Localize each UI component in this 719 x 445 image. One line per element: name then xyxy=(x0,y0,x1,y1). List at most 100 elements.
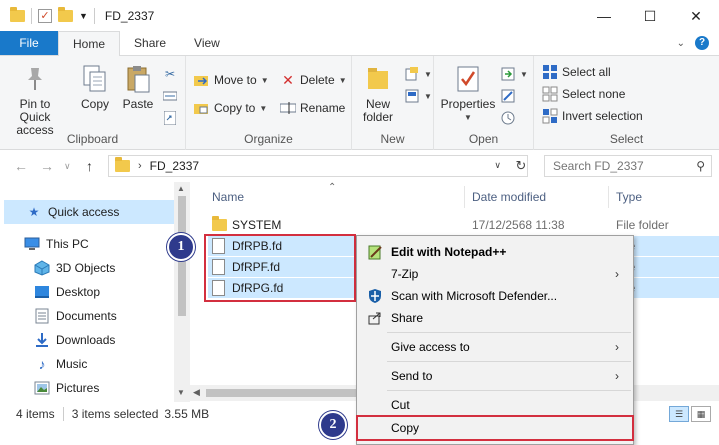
back-arrow-icon[interactable]: ← xyxy=(14,158,28,174)
copy-label: Copy xyxy=(80,97,109,111)
select-all-button[interactable]: Select all xyxy=(542,62,611,82)
select-none-icon xyxy=(542,86,558,102)
context-menu: Edit with Notepad++ 7-Zip › Scan with Mi… xyxy=(356,235,634,445)
scroll-down-icon[interactable]: ▼ xyxy=(177,388,185,397)
menu-item-send-to[interactable]: Send to › xyxy=(359,365,631,387)
scroll-left-icon[interactable]: ◀ xyxy=(193,387,200,398)
open-button[interactable]: ▼ xyxy=(500,64,528,84)
dropdown-caret-icon: ▼ xyxy=(464,113,472,122)
properties-check-icon[interactable]: ✓ xyxy=(38,9,52,23)
maximize-button[interactable]: ☐ xyxy=(627,0,673,32)
paste-icon xyxy=(123,62,153,96)
address-path[interactable]: FD_2337 xyxy=(150,159,199,173)
submenu-arrow-icon: › xyxy=(615,267,619,281)
large-icons-view-icon[interactable]: ▦ xyxy=(691,406,711,422)
music-icon: ♪ xyxy=(38,356,46,372)
rename-button[interactable]: Rename xyxy=(280,98,345,118)
column-header-type[interactable]: Type xyxy=(616,190,642,204)
nav-scrollbar[interactable]: ▲ ▼ xyxy=(174,182,190,402)
new-item-button[interactable]: ▼ xyxy=(404,64,432,84)
move-to-label: Move to xyxy=(214,73,257,87)
nav-item-pictures[interactable]: Pictures xyxy=(34,376,99,400)
nav-item-this-pc[interactable]: This PC xyxy=(24,232,89,256)
organize-group-label: Organize xyxy=(244,132,293,146)
tab-file[interactable]: File xyxy=(0,31,58,55)
dropdown-caret-icon: ▼ xyxy=(424,91,432,101)
minimize-button[interactable]: — xyxy=(581,0,627,32)
nav-item-3d-objects[interactable]: 3D Objects xyxy=(34,256,115,280)
nav-item-music[interactable]: ♪ Music xyxy=(34,352,88,376)
copy-path-button[interactable] xyxy=(162,86,178,106)
customize-toolbar-icon[interactable]: ▼ xyxy=(79,11,88,21)
open-group: Properties ▼ ▼ Open xyxy=(434,56,534,150)
delete-button[interactable]: ✕ Delete ▼ xyxy=(280,70,346,90)
address-dropdown-icon[interactable]: ∨ xyxy=(494,160,501,171)
paste-shortcut-button[interactable] xyxy=(162,108,178,128)
move-to-button[interactable]: Move to ▼ xyxy=(194,70,269,90)
delete-label: Delete xyxy=(300,73,335,87)
invert-selection-button[interactable]: Invert selection xyxy=(542,106,643,126)
menu-item-scan-defender[interactable]: Scan with Microsoft Defender... xyxy=(359,285,631,307)
search-box[interactable]: ⚲ xyxy=(544,155,712,177)
refresh-icon[interactable]: ↻ xyxy=(510,155,532,177)
scroll-thumb[interactable] xyxy=(206,389,366,397)
recent-locations-icon[interactable]: ∨ xyxy=(64,161,71,172)
new-folder-icon[interactable] xyxy=(58,7,73,22)
menu-item-cut[interactable]: Cut xyxy=(359,394,631,416)
column-header-name[interactable]: Name xyxy=(212,190,244,204)
divider xyxy=(93,8,95,24)
submenu-arrow-icon: › xyxy=(615,340,619,354)
menu-item-share[interactable]: Share xyxy=(359,307,631,329)
column-header-date[interactable]: Date modified xyxy=(472,190,546,204)
tab-view[interactable]: View xyxy=(180,31,234,55)
paste-shortcut-icon xyxy=(162,110,178,126)
edit-icon xyxy=(500,88,516,104)
scroll-up-icon[interactable]: ▲ xyxy=(177,184,185,193)
select-none-button[interactable]: Select none xyxy=(542,84,625,104)
column-divider[interactable] xyxy=(464,186,465,208)
menu-item-7zip[interactable]: 7-Zip › xyxy=(359,263,631,285)
easy-access-button[interactable]: ▼ xyxy=(404,86,432,106)
address-bar[interactable]: › FD_2337 ∨ xyxy=(108,155,528,177)
submenu-arrow-icon: › xyxy=(615,369,619,383)
organize-group: Move to ▼ Copy to ▼ ✕ Delete ▼ Rename Or… xyxy=(186,56,352,150)
invert-selection-icon xyxy=(542,108,558,124)
edit-button[interactable] xyxy=(500,86,516,106)
menu-item-edit-notepad[interactable]: Edit with Notepad++ xyxy=(359,241,631,263)
copy-folder-icon xyxy=(194,100,210,116)
forward-arrow-icon[interactable]: → xyxy=(40,158,54,174)
file-row-system[interactable]: SYSTEM 17/12/2568 11:38 File folder xyxy=(208,215,719,235)
select-none-label: Select none xyxy=(562,87,626,101)
search-input[interactable] xyxy=(553,159,683,173)
cut-button[interactable]: ✂ xyxy=(162,64,178,84)
tab-share[interactable]: Share xyxy=(120,31,180,55)
nav-item-documents[interactable]: Documents xyxy=(34,304,117,328)
select-group: Select all Select none Invert selection … xyxy=(534,56,719,150)
copy-button[interactable]: Copy xyxy=(76,62,114,111)
clipboard-group: Pin to Quick access Copy Paste ✂ Clipboa… xyxy=(0,56,186,150)
properties-label: Properties xyxy=(440,97,496,111)
properties-button[interactable]: Properties ▼ xyxy=(440,62,496,124)
properties-icon xyxy=(453,62,483,96)
copy-to-button[interactable]: Copy to ▼ xyxy=(194,98,267,118)
invert-selection-label: Invert selection xyxy=(562,109,643,123)
chevron-down-icon[interactable]: ⌄ xyxy=(677,38,685,49)
new-folder-button[interactable]: New folder xyxy=(360,62,396,124)
pin-to-quick-access-button[interactable]: Pin to Quick access xyxy=(6,62,64,137)
new-folder-label-line2: folder xyxy=(362,110,394,124)
tab-home[interactable]: Home xyxy=(58,31,121,56)
status-selected-size: 3.55 MB xyxy=(164,407,210,421)
paste-button[interactable]: Paste xyxy=(118,62,158,111)
chevron-right-icon[interactable]: › xyxy=(138,160,142,172)
nav-item-downloads[interactable]: Downloads xyxy=(34,328,115,352)
history-button[interactable] xyxy=(500,108,516,128)
nav-item-desktop[interactable]: Desktop xyxy=(34,280,100,304)
menu-item-give-access[interactable]: Give access to › xyxy=(359,336,631,358)
details-view-icon[interactable]: ☰ xyxy=(669,406,689,422)
column-divider[interactable] xyxy=(608,186,609,208)
nav-item-quick-access[interactable]: ★ Quick access xyxy=(4,200,176,224)
close-button[interactable]: ✕ xyxy=(673,0,719,32)
up-arrow-icon[interactable]: ↑ xyxy=(86,158,93,174)
address-row: ← → ∨ ↑ › FD_2337 ∨ ↻ ⚲ xyxy=(0,150,719,182)
help-icon[interactable]: ? xyxy=(695,36,709,50)
